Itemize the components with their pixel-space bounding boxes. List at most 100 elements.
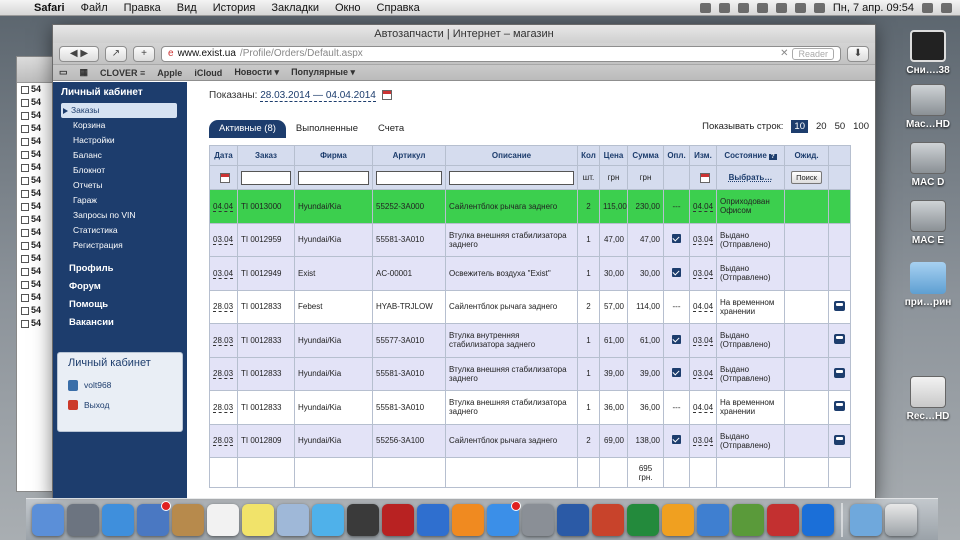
sidebar-link-forum[interactable]: Форум [53, 277, 187, 295]
changed-date-link[interactable]: 03.04 [693, 268, 714, 279]
sidebar-item-settings[interactable]: Настройки [53, 133, 187, 148]
changed-date-link[interactable]: 03.04 [693, 436, 714, 447]
sidebar-item-orders[interactable]: Заказы [61, 103, 177, 118]
desktop-icon-folder[interactable]: при…рин [898, 262, 958, 308]
sidebar-item-notepad[interactable]: Блокнот [53, 163, 187, 178]
car-icon[interactable] [834, 401, 845, 412]
mail-icon[interactable] [137, 500, 171, 536]
contacts-icon[interactable] [172, 503, 204, 536]
table-row[interactable]: 28.03 TI 0012833 Hyundai/Kia 55581-3A010 Вту… [209, 356, 851, 391]
bookmark-clover[interactable]: CLOVER ≡ [100, 68, 145, 78]
outlook-icon[interactable] [662, 503, 694, 536]
bluetooth-icon[interactable] [737, 3, 749, 13]
sidebar-link-help[interactable]: Помощь [53, 295, 187, 313]
col-date[interactable]: Дата [209, 145, 238, 166]
changed-date-link[interactable]: 03.04 [693, 235, 714, 246]
menu-file[interactable]: Файл [73, 2, 116, 14]
tab-completed[interactable]: Выполненные [286, 120, 368, 138]
sidebar-item-reports[interactable]: Отчеты [53, 178, 187, 193]
bookmark-icloud[interactable]: iCloud [194, 68, 222, 78]
order-date-link[interactable]: 03.04 [213, 235, 234, 246]
logout-link[interactable]: Выход [68, 395, 172, 415]
table-row[interactable]: 28.03 TI 0012833 Febest HYAB-TRJLOW Сайлентб… [209, 289, 851, 324]
ibooks-icon[interactable] [452, 503, 484, 536]
new-tab-button[interactable]: + [133, 45, 155, 62]
facetime-icon[interactable] [347, 503, 379, 536]
col-changed[interactable]: Изм. [689, 145, 717, 166]
notification-center-icon[interactable] [941, 3, 952, 13]
word-icon[interactable] [557, 503, 589, 536]
safari-icon[interactable] [102, 503, 134, 536]
window-titlebar[interactable]: Автозапчасти | Интернет – магазин [53, 25, 875, 43]
desktop-icon-recovery-hd[interactable]: Rec…HD [898, 376, 958, 422]
photo-booth-icon[interactable] [382, 503, 414, 536]
menu-history[interactable]: История [205, 2, 264, 14]
menu-edit[interactable]: Правка [116, 2, 169, 14]
filter-description-input[interactable] [449, 170, 574, 185]
sidebar-item-vin-requests[interactable]: Запросы по VIN [53, 208, 187, 223]
address-bar[interactable]: e www.exist.ua/Profile/Orders/Default.as… [161, 45, 841, 62]
sidebar-item-garage[interactable]: Гараж [53, 193, 187, 208]
help-icon[interactable]: ? [769, 154, 777, 160]
changed-date-link[interactable]: 04.04 [693, 201, 714, 212]
sidebar-item-registration[interactable]: Регистрация [53, 238, 187, 253]
sidebar-item-cart[interactable]: Корзина [53, 118, 187, 133]
volume-icon[interactable] [775, 3, 787, 13]
back-icon[interactable]: ◀ [70, 48, 78, 59]
trash-icon[interactable] [885, 503, 917, 536]
col-order[interactable]: Заказ [237, 145, 295, 166]
changed-date-link[interactable]: 04.04 [693, 302, 714, 313]
car-icon[interactable] [834, 367, 845, 378]
col-firm[interactable]: Фирма [294, 145, 373, 166]
sidebar-item-balance[interactable]: Баланс [53, 148, 187, 163]
reader-button[interactable]: Reader [792, 47, 834, 60]
menu-clock[interactable]: Пн, 7 апр. 09:54 [833, 2, 914, 14]
car-icon[interactable] [834, 334, 845, 345]
date-range-link[interactable]: 28.03.2014 — 04.04.2014 [260, 90, 376, 102]
table-row[interactable]: 28.03 TI 0012809 Hyundai/Kia 55256-3A100 Сай… [209, 423, 851, 458]
table-row[interactable]: 28.03 TI 0012833 Hyundai/Kia 55581-3A010 Вту… [209, 390, 851, 425]
account-user-link[interactable]: volt968 [68, 375, 172, 395]
col-sum[interactable]: Сумма [627, 145, 664, 166]
order-date-link[interactable]: 04.04 [213, 201, 234, 212]
order-date-link[interactable]: 28.03 [213, 436, 234, 447]
filter-order-input[interactable] [241, 170, 291, 185]
excel-icon[interactable] [627, 503, 659, 536]
bookmark-popular[interactable]: Популярные ▾ [291, 67, 355, 78]
battery-icon[interactable] [813, 3, 825, 13]
notes-icon[interactable] [242, 503, 274, 536]
reading-list-icon[interactable]: ▭ [59, 67, 68, 78]
desktop-icon-mac-hd[interactable]: Mac…HD [898, 84, 958, 130]
order-date-link[interactable]: 28.03 [213, 302, 234, 313]
col-expected[interactable]: Ожид. [784, 145, 829, 166]
menu-view[interactable]: Вид [169, 2, 205, 14]
teamviewer-tray-icon[interactable] [699, 3, 711, 13]
menu-app-name[interactable]: Safari [26, 2, 73, 14]
order-date-link[interactable]: 03.04 [213, 268, 234, 279]
bookmarks-grid-icon[interactable]: ▦ [80, 67, 89, 78]
calendar-icon[interactable] [207, 503, 239, 536]
sidebar-link-profile[interactable]: Профиль [53, 259, 187, 277]
search-button[interactable]: Поиск [791, 171, 822, 184]
changed-date-link[interactable]: 03.04 [693, 369, 714, 380]
order-date-link[interactable]: 28.03 [213, 335, 234, 346]
col-price[interactable]: Цена [599, 145, 628, 166]
order-date-link[interactable]: 28.03 [213, 402, 234, 413]
desktop-icon-mac-d[interactable]: MAC D [898, 142, 958, 188]
rows-option-100[interactable]: 100 [853, 121, 869, 132]
clear-url-icon[interactable]: ✕ [780, 48, 788, 59]
menu-bookmarks[interactable]: Закладки [263, 2, 327, 14]
changed-date-link[interactable]: 03.04 [693, 335, 714, 346]
powerpoint-icon[interactable] [592, 503, 624, 536]
menu-help[interactable]: Справка [369, 2, 428, 14]
teamviewer-icon[interactable] [802, 503, 834, 536]
table-row[interactable]: 03.04 TI 0012949 Exist AC-00001 Освежитель в… [209, 256, 851, 291]
filter-firm-input[interactable] [298, 170, 369, 185]
calendar-icon[interactable] [699, 172, 710, 183]
tab-active[interactable]: Активные (8) [209, 120, 286, 138]
bookmark-news[interactable]: Новости ▾ [234, 67, 279, 78]
lync-icon[interactable] [697, 503, 729, 536]
col-article[interactable]: Артикул [372, 145, 446, 166]
remote-desktop-icon[interactable] [732, 503, 764, 536]
app-store-icon[interactable] [487, 500, 521, 536]
